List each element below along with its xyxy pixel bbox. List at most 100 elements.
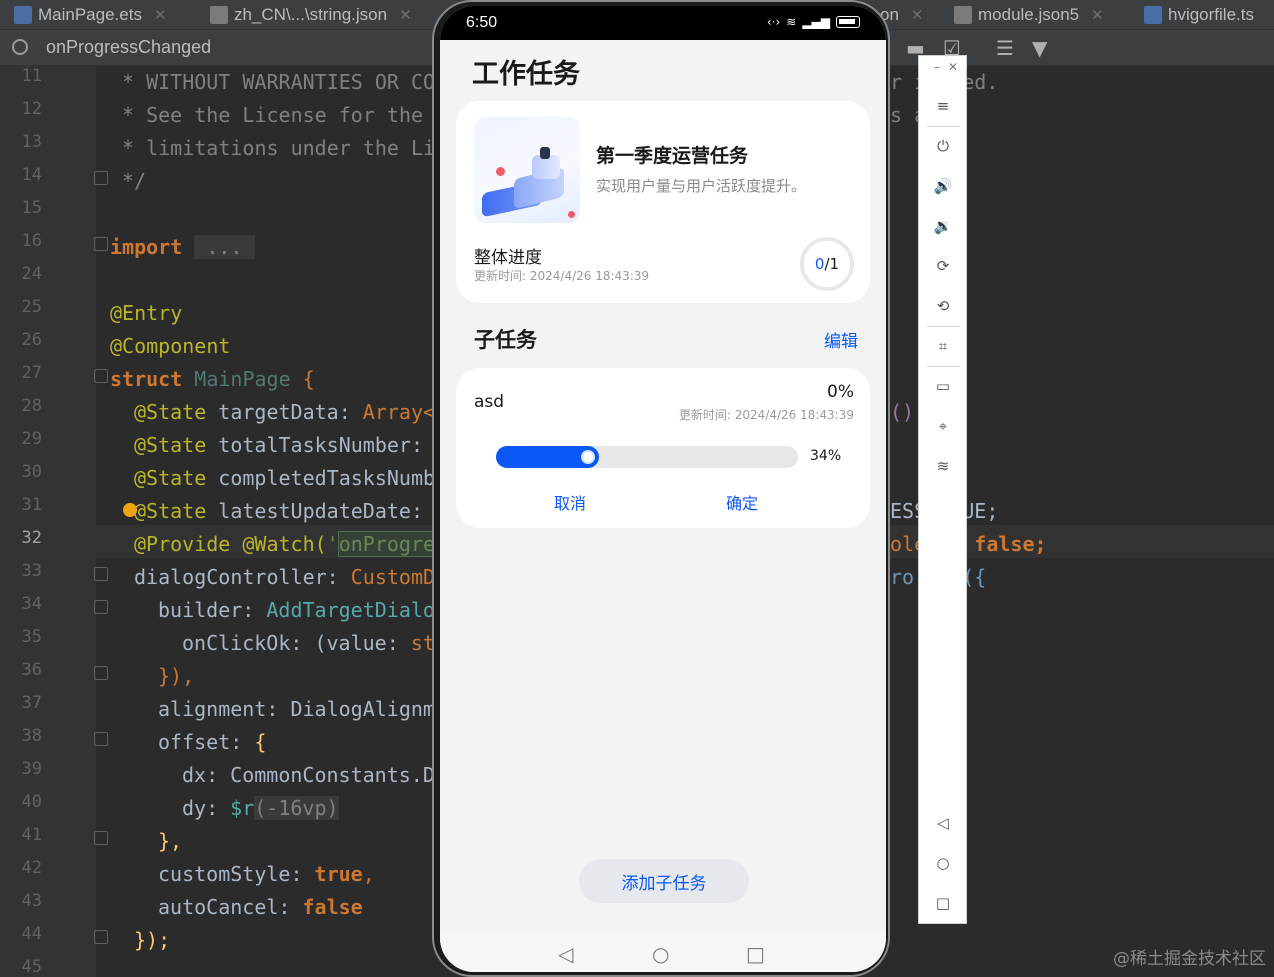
divider [927,126,960,127]
code-line: import ... [110,231,255,264]
annotation: @State [134,433,207,457]
tab-label: zh_CN\...\string.json [234,5,388,24]
rotate-icon[interactable]: ⟳ [931,254,955,278]
edit-button[interactable]: 编辑 [824,327,858,352]
search-icon[interactable] [12,39,28,55]
fold-icon[interactable] [94,831,108,845]
system-nav-bar: ◁ ○ □ [440,932,886,972]
code-line: dy: $r(-16vp) [182,792,339,825]
recent-apps-icon[interactable]: □ [931,891,955,915]
tab-mainpage[interactable]: MainPage.ets ✕ [14,0,167,30]
close-icon[interactable]: ✕ [1091,6,1104,24]
fold-icon[interactable] [94,237,108,251]
close-icon[interactable]: ✕ [154,6,167,24]
folded-region[interactable]: ... [194,235,255,259]
tab-module-json5[interactable]: module.json5 ✕ [954,0,1104,30]
fold-icon[interactable] [94,666,108,680]
volume-down-icon[interactable]: 🔉 [931,214,955,238]
fold-icon[interactable] [94,732,108,746]
battery-tool-icon[interactable]: ▭ [931,374,955,398]
annotation: @Provide @Watch( [134,532,327,556]
tab-hvigorfile[interactable]: hvigorfile.ts [1144,0,1254,30]
code-fragment: ole = false; [890,528,1047,561]
code-text: builder: [158,598,267,622]
rotate-left-icon[interactable]: ⟲ [931,294,955,318]
code-line: }, [158,829,183,853]
divider [927,366,960,367]
minimize-icon[interactable]: – [934,60,940,82]
keyword: struct [110,367,183,391]
crop-icon[interactable]: ⌗ [931,334,955,358]
code-line: @State completedTasksNumb [134,462,435,495]
back-icon[interactable]: ◁ [931,811,955,835]
completed-count: 0 [814,255,825,273]
fold-icon[interactable] [94,930,108,944]
status-icons: ‹·› ≋ ▂▄▆ [767,15,860,29]
phone-screen: 6:50 ‹·› ≋ ▂▄▆ 工作任务 第一季度运营任务 实现用户量与用户活跃度… [440,6,886,972]
annotation: @State [134,499,207,523]
task-description: 实现用户量与用户活跃度提升。 [596,177,807,195]
keyword: import [110,235,183,259]
code-editor[interactable]: * WITHOUT WARRANTIES OR CO * See the Lic… [0,66,1047,952]
fold-icon[interactable] [94,369,108,383]
function: $r [230,796,255,820]
wifi-tool-icon[interactable]: ≋ [931,454,955,478]
code-line: */ [122,169,147,193]
keyword: false [302,895,363,919]
code-line: }), [158,664,195,688]
power-icon[interactable]: ⏻ [931,134,955,158]
code-fragment: () [890,400,915,424]
location-icon[interactable]: ⌖ [931,414,955,438]
code-text: latestUpdateDate: [206,499,423,523]
inlay-hint: (-16vp) [254,796,339,820]
progress-slider[interactable] [496,446,798,468]
menu-icon[interactable]: ≡ [931,94,955,118]
recent-nav-icon[interactable]: □ [746,942,765,966]
data-transfer-icon: ‹·› [766,15,781,29]
annotation: @State [134,400,207,424]
slider-handle[interactable] [581,450,595,464]
status-bar: 6:50 ‹·› ≋ ▂▄▆ [440,6,886,40]
home-nav-icon[interactable]: ○ [652,942,669,966]
fold-icon[interactable] [94,567,108,581]
code-line: @Entry [110,301,183,325]
code-text: dialogController: [134,565,351,589]
tab-string-json[interactable]: zh_CN\...\string.json ✕ [210,0,412,30]
task-illustration [474,117,580,223]
close-icon[interactable]: ✕ [948,60,958,82]
align-icon[interactable]: ☰ [996,36,1014,60]
wifi-icon: ≋ [786,15,797,29]
code-text: completedTasksNumb [206,466,436,490]
type: Array< [362,400,436,424]
home-icon[interactable]: ○ [931,851,955,875]
overall-progress-label: 整体进度 [474,248,542,268]
code-line: * See the License for the [122,103,436,127]
type: CustomD [350,565,436,589]
task-card[interactable]: 第一季度运营任务 实现用户量与用户活跃度提升。 整体进度 更新时间: 2024/… [456,101,870,303]
close-icon[interactable]: ✕ [399,6,412,24]
json-file-icon [210,6,228,24]
filter-icon[interactable]: ▼ [1032,36,1047,60]
tab-label: hvigorfile.ts [1168,5,1254,24]
search-input[interactable]: onProgressChanged [46,37,211,58]
code-text: customStyle: [158,862,315,886]
find-bar-tools-right: ☰ ▼ [996,36,1047,60]
ts-file-icon [1144,6,1162,24]
add-subtask-button[interactable]: 添加子任务 [579,859,749,903]
back-nav-icon[interactable]: ◁ [558,942,573,966]
cancel-button[interactable]: 取消 [554,490,586,514]
close-icon[interactable]: ✕ [911,6,924,24]
subtask-header: 子任务 [474,328,537,352]
volume-up-icon[interactable]: 🔊 [931,174,955,198]
lightbulb-icon[interactable] [123,503,137,517]
total-count: /1 [824,255,840,273]
emulator-toolbar: – ✕ ≡ ⏻ 🔊 🔉 ⟳ ⟲ ⌗ ▭ ⌖ ≋ ◁ ○ □ [918,55,967,924]
brace: { [302,367,315,391]
code-line: autoCancel: false [158,891,363,924]
confirm-button[interactable]: 确定 [726,490,758,514]
fold-icon[interactable] [94,600,108,614]
code-line: offset: { [158,726,266,759]
line-number: 45 [21,957,42,977]
code-text: totalTasksNumber: [206,433,423,457]
fold-icon[interactable] [94,171,108,185]
